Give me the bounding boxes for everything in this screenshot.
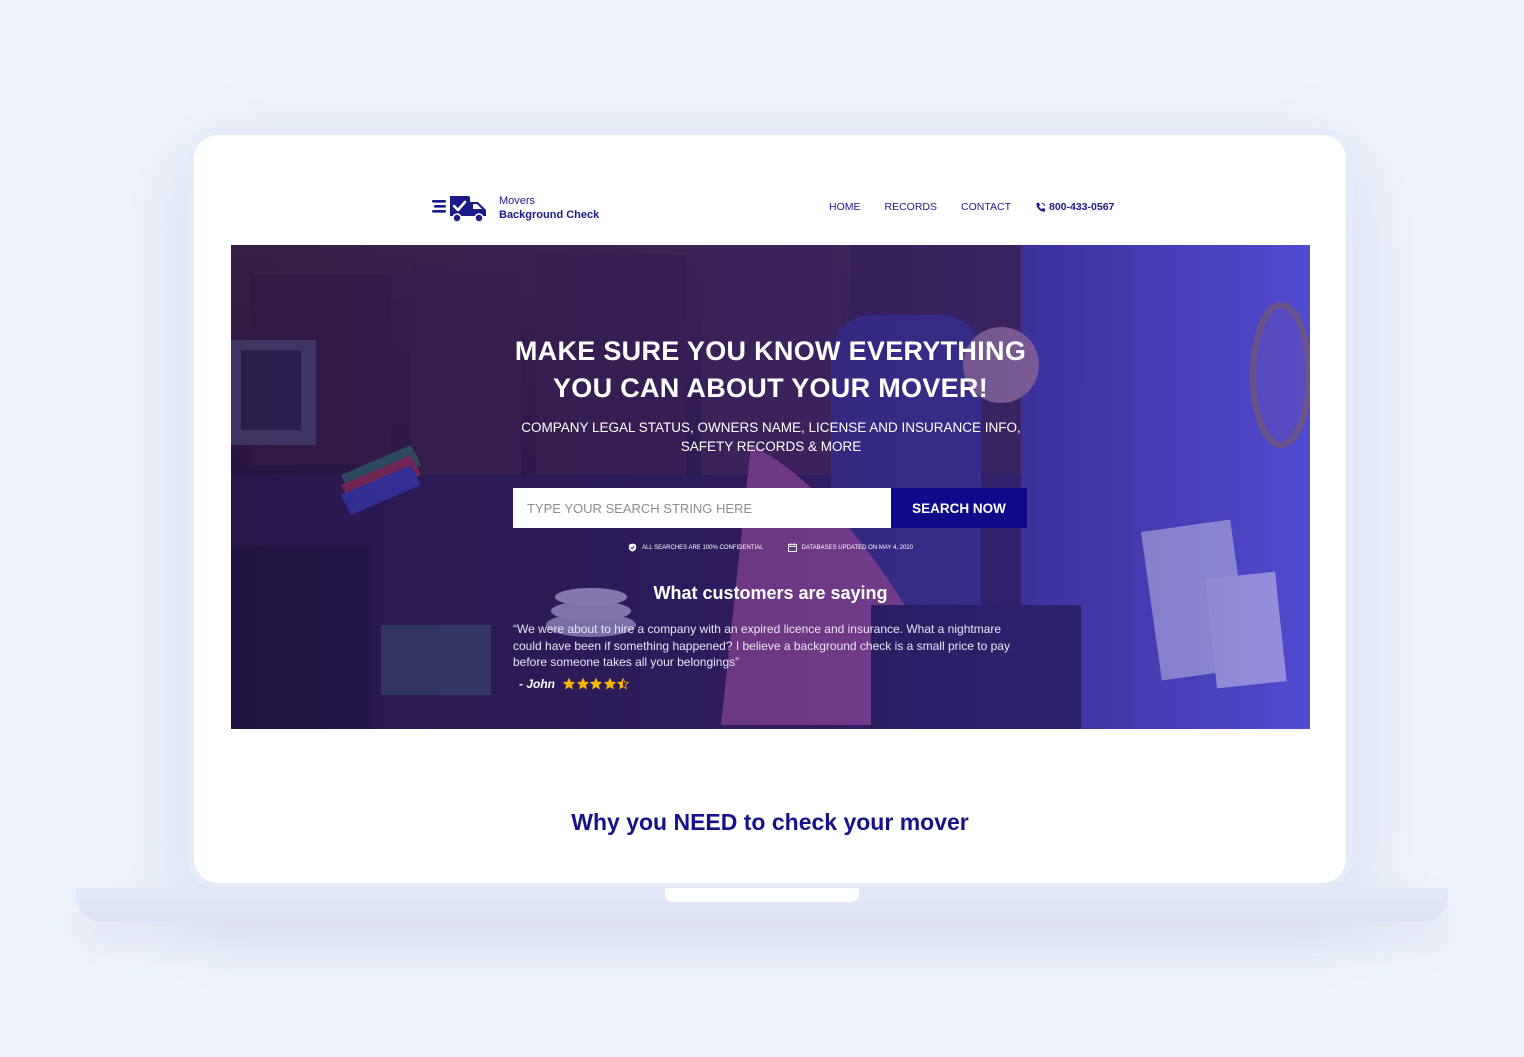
trust-confidential: ALL SEARCHES ARE 100% CONFIDENTIAL [628, 543, 764, 552]
trust-updated-text: DATABASES UPDATED ON MAY 4, 2020 [801, 544, 913, 551]
star-full-icon [576, 678, 589, 690]
testimonial-author: - John [519, 677, 631, 691]
trust-updated: DATABASES UPDATED ON MAY 4, 2020 [787, 543, 913, 552]
trust-badges: ALL SEARCHES ARE 100% CONFIDENTIAL DATAB… [231, 543, 1310, 552]
shield-check-icon [628, 543, 637, 552]
nav-home[interactable]: HOME [829, 201, 861, 213]
brand-logo[interactable]: Movers Background Check [432, 192, 599, 224]
hero-title: MAKE SURE YOU KNOW EVERYTHING YOU CAN AB… [231, 333, 1310, 407]
moving-truck-icon [432, 196, 486, 223]
calendar-icon [787, 543, 797, 552]
nav-phone[interactable]: 800-433-0567 [1035, 201, 1114, 213]
star-rating [563, 678, 631, 690]
nav-contact[interactable]: CONTACT [961, 201, 1011, 213]
star-full-icon [563, 678, 575, 690]
brand-line2: Background Check [499, 209, 600, 221]
main-nav: HOME RECORDS CONTACT 800-433-0567 [829, 201, 1114, 213]
trust-confidential-text: ALL SEARCHES ARE 100% CONFIDENTIAL [642, 544, 764, 551]
testimonial-quote: “We were about to hire a company with an… [513, 622, 1010, 669]
hero-subtitle-line2: SAFETY RECORDS & MORE [680, 439, 862, 454]
star-full-icon [603, 678, 616, 690]
hero-title-line2: YOU CAN ABOUT YOUR MOVER! [552, 373, 989, 403]
author-name: - John [519, 677, 555, 691]
section-heading: Why you NEED to check your mover [571, 809, 969, 835]
phone-icon [1036, 202, 1046, 212]
laptop-notch [665, 888, 859, 902]
star-half-icon [617, 678, 629, 690]
brand-line1: Movers [499, 195, 536, 207]
phone-number: 800-433-0567 [1048, 201, 1115, 213]
testimonial-heading: What customers are saying [653, 583, 888, 603]
website-screen: Movers Background Check HOME RECORDS CON… [194, 135, 1346, 883]
hero-subtitle: COMPANY LEGAL STATUS, OWNERS NAME, LICEN… [511, 418, 1031, 456]
star-full-icon [590, 678, 602, 690]
hero-subtitle-line1: COMPANY LEGAL STATUS, OWNERS NAME, LICEN… [521, 420, 1021, 435]
search-input[interactable] [513, 488, 891, 528]
hero-title-line1: MAKE SURE YOU KNOW EVERYTHING [514, 336, 1027, 366]
nav-records[interactable]: RECORDS [885, 201, 938, 213]
search-now-button[interactable]: SEARCH NOW [891, 488, 1027, 528]
hero-banner: MAKE SURE YOU KNOW EVERYTHING YOU CAN AB… [231, 245, 1310, 729]
